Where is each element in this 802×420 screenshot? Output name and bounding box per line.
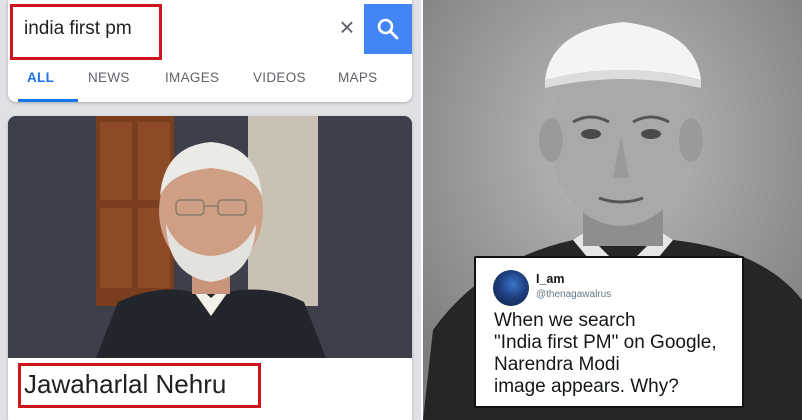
tab-news[interactable]: NEWS	[88, 70, 130, 85]
tweet-line: When we search	[494, 310, 636, 331]
tweet-line: "India first PM" on Google,	[494, 332, 717, 353]
tweet-author-name[interactable]: I_am	[536, 272, 565, 286]
tweet-card[interactable]: I_am @thenagawalrus When we search "Indi…	[474, 256, 744, 408]
active-tab-indicator	[18, 99, 78, 102]
tab-images[interactable]: IMAGES	[165, 70, 219, 85]
tab-all[interactable]: ALL	[27, 70, 54, 85]
close-icon[interactable]: ×	[334, 14, 360, 40]
portrait-photo	[8, 116, 412, 358]
knowledge-panel-card: Jawaharlal Nehru	[8, 116, 412, 420]
tweet-line: image appears. Why?	[494, 376, 679, 397]
search-icon	[377, 18, 399, 40]
search-tabs: ALL NEWS IMAGES VIDEOS MAPS	[8, 62, 412, 102]
search-button[interactable]	[364, 4, 412, 54]
search-header: india first pm × ALL NEWS IMAGES VIDEOS …	[8, 0, 412, 102]
avatar[interactable]	[493, 270, 529, 306]
tweet-line: Narendra Modi	[494, 354, 620, 375]
result-title[interactable]: Jawaharlal Nehru	[24, 369, 226, 400]
search-input[interactable]: india first pm	[24, 18, 132, 40]
google-search-screenshot: india first pm × ALL NEWS IMAGES VIDEOS …	[0, 0, 421, 420]
tweet-author-handle[interactable]: @thenagawalrus	[536, 289, 611, 300]
result-photo[interactable]	[8, 116, 412, 358]
tab-maps[interactable]: MAPS	[338, 70, 377, 85]
tab-videos[interactable]: VIDEOS	[253, 70, 306, 85]
tweet-text: When we search "India first PM" on Googl…	[494, 310, 744, 398]
